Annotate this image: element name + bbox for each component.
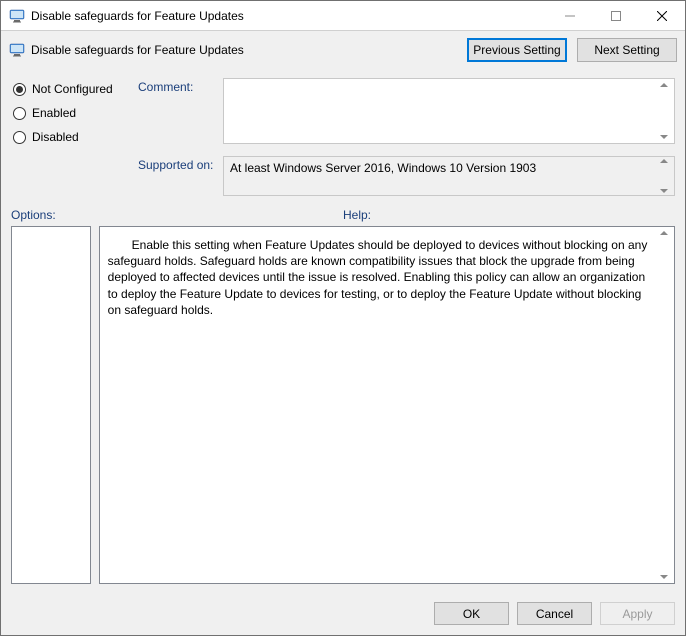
next-setting-button[interactable]: Next Setting (577, 38, 677, 62)
gpo-dialog-window: Disable safeguards for Feature Updates D… (0, 0, 686, 636)
scroll-up-icon[interactable] (660, 83, 668, 87)
mid-section: Options: Help: Enable this setting when … (1, 204, 685, 594)
supported-scroll (657, 159, 671, 193)
scroll-down-icon[interactable] (660, 135, 668, 139)
state-radio-group: Not Configured Enabled Disabled (13, 78, 138, 196)
help-scroll (657, 231, 671, 579)
options-label: Options: (11, 208, 343, 222)
scroll-down-icon[interactable] (660, 189, 668, 193)
cancel-label: Cancel (536, 607, 573, 621)
supported-on-value: At least Windows Server 2016, Windows 10… (230, 161, 536, 175)
close-button[interactable] (639, 1, 685, 31)
next-setting-label: Next Setting (594, 43, 659, 57)
radio-enabled[interactable]: Enabled (13, 106, 138, 120)
comment-textbox[interactable] (223, 78, 675, 144)
radio-label-disabled: Disabled (32, 130, 79, 144)
footer-buttons: OK Cancel Apply (1, 594, 685, 635)
policy-icon (9, 42, 25, 58)
apply-label: Apply (622, 607, 652, 621)
comment-scroll (657, 83, 671, 139)
scroll-down-icon[interactable] (660, 575, 668, 579)
radio-not-configured[interactable]: Not Configured (13, 82, 138, 96)
title-bar: Disable safeguards for Feature Updates (1, 1, 685, 31)
fields-column: Comment: Supported on: At least Windows … (138, 78, 675, 196)
radio-disabled[interactable]: Disabled (13, 130, 138, 144)
comment-label: Comment: (138, 78, 223, 144)
maximize-button[interactable] (593, 1, 639, 31)
apply-button: Apply (600, 602, 675, 625)
previous-setting-button[interactable]: Previous Setting (467, 38, 567, 62)
radio-circle-icon (13, 107, 26, 120)
minimize-button[interactable] (547, 1, 593, 31)
settings-area: Not Configured Enabled Disabled Comment:… (1, 72, 685, 204)
radio-label-enabled: Enabled (32, 106, 76, 120)
radio-dot-icon (13, 83, 26, 96)
supported-on-textbox: At least Windows Server 2016, Windows 10… (223, 156, 675, 196)
ok-button[interactable]: OK (434, 602, 509, 625)
radio-circle-icon (13, 131, 26, 144)
help-text: Enable this setting when Feature Updates… (108, 237, 652, 318)
gpo-app-icon (9, 8, 25, 24)
options-panel (11, 226, 91, 584)
help-panel: Enable this setting when Feature Updates… (99, 226, 675, 584)
ok-label: OK (463, 607, 480, 621)
help-label: Help: (343, 208, 371, 222)
previous-setting-label: Previous Setting (473, 43, 560, 57)
radio-label-not-configured: Not Configured (32, 82, 113, 96)
scroll-up-icon[interactable] (660, 159, 668, 163)
cancel-button[interactable]: Cancel (517, 602, 592, 625)
window-title: Disable safeguards for Feature Updates (31, 9, 244, 23)
policy-title: Disable safeguards for Feature Updates (31, 43, 244, 57)
supported-on-label: Supported on: (138, 156, 223, 196)
header-strip: Disable safeguards for Feature Updates P… (1, 31, 685, 72)
scroll-up-icon[interactable] (660, 231, 668, 235)
